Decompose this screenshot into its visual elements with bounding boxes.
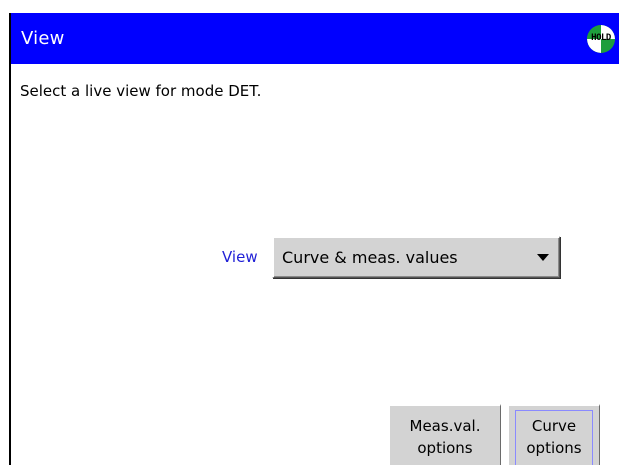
window-title: View — [21, 28, 65, 49]
chevron-down-icon[interactable] — [537, 254, 549, 261]
view-select-value: Curve & meas. values — [282, 248, 458, 267]
left-border-line — [9, 13, 11, 465]
curve-options-label: Curve options — [509, 415, 599, 459]
instruction-text: Select a live view for mode DET. — [20, 82, 262, 100]
meas-val-options-line1: Meas.val. — [409, 417, 481, 435]
view-select[interactable]: Curve & meas. values — [272, 236, 560, 278]
curve-options-button[interactable]: Curve options — [507, 404, 600, 465]
view-field-label: View — [222, 248, 258, 266]
meas-val-options-button[interactable]: Meas.val. options — [388, 404, 501, 465]
hold-badge-label: HOLD — [591, 33, 611, 43]
meas-val-options-label: Meas.val. options — [390, 415, 500, 459]
meas-val-options-line2: options — [417, 439, 473, 457]
hold-icon: HOLD — [587, 25, 615, 53]
title-bar: View HOLD — [11, 13, 619, 64]
curve-options-line1: Curve — [531, 417, 577, 435]
left-border — [0, 0, 9, 465]
curve-options-line2: options — [526, 439, 582, 457]
